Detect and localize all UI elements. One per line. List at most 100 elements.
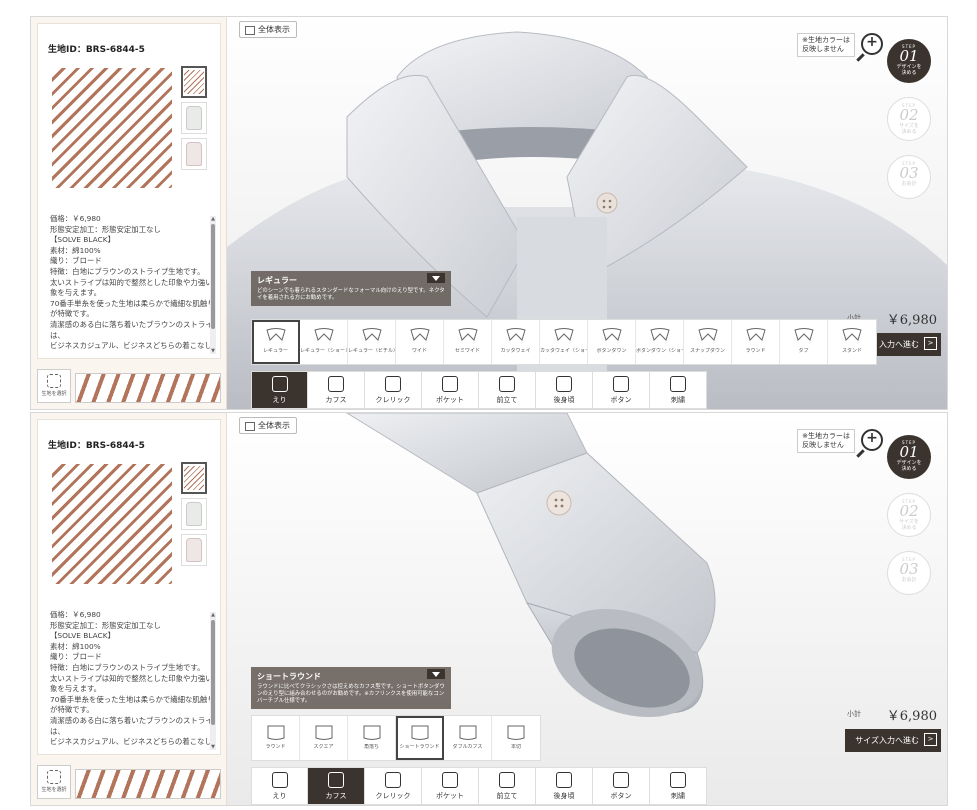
scroll-thumb[interactable] bbox=[211, 224, 215, 329]
design-tab[interactable]: クレリック bbox=[365, 767, 422, 805]
view-all-button[interactable]: 全体表示 bbox=[239, 21, 297, 38]
zoom-icon[interactable] bbox=[861, 429, 883, 451]
collar-option[interactable]: レギュラー（ショート） bbox=[300, 320, 348, 364]
cuff-shape-icon bbox=[267, 725, 284, 740]
design-tab[interactable]: カフス bbox=[308, 371, 365, 409]
collar-option[interactable]: スナップダウン bbox=[684, 320, 732, 364]
step-2-size[interactable]: STEP 02 サイズを 決める bbox=[887, 493, 931, 537]
collar-option[interactable]: カッタウェイ bbox=[492, 320, 540, 364]
step-indicator: STEP 01 デザインを 決める STEP 02 サイズを 決める STEP … bbox=[887, 435, 933, 609]
desc-line: ビジネスカジュアル、ビジネスどちらの着こなしに bbox=[50, 737, 212, 747]
cuff-shape-icon bbox=[507, 725, 525, 740]
collar-option[interactable]: セミワイド bbox=[444, 320, 492, 364]
cuff-option[interactable]: 本切 bbox=[492, 716, 540, 760]
step-3-checkout[interactable]: STEP 03 お会計 bbox=[887, 551, 931, 595]
description-scrollbar[interactable]: ▲ ▼ bbox=[210, 612, 216, 750]
collar-option[interactable]: タブ bbox=[780, 320, 828, 364]
tab-icon bbox=[499, 376, 515, 392]
scroll-up-icon[interactable]: ▲ bbox=[210, 612, 216, 618]
design-tab[interactable]: 刺繍 bbox=[650, 371, 707, 409]
tab-label: 刺繍 bbox=[671, 396, 685, 404]
step-number: 02 bbox=[899, 106, 919, 124]
collar-option[interactable]: ラウンド bbox=[732, 320, 780, 364]
scroll-down-icon[interactable]: ▼ bbox=[210, 348, 216, 354]
tab-icon bbox=[385, 772, 401, 788]
cuff-option[interactable]: スクエア bbox=[300, 716, 348, 760]
tab-label: ポケット bbox=[436, 396, 464, 404]
option-info-box: レギュラー どのシーンでも着られるスタンダードなフォーマル向けのえり型です。ネク… bbox=[251, 271, 451, 306]
collar-option[interactable]: スタンド bbox=[828, 320, 876, 364]
collar-option[interactable]: ボタンダウン（ショート） bbox=[636, 320, 684, 364]
design-tab[interactable]: えり bbox=[251, 767, 308, 805]
thumb-shirt-front[interactable] bbox=[181, 498, 207, 530]
scroll-down-icon[interactable]: ▼ bbox=[210, 744, 216, 750]
fabric-brand: 【SOLVE BLACK】 bbox=[50, 631, 115, 641]
step-label: お会計 bbox=[901, 181, 917, 187]
cuff-shape-icon bbox=[315, 725, 332, 740]
desc-line: が特徴です。 bbox=[50, 705, 94, 715]
design-tab[interactable]: カフス bbox=[308, 767, 365, 805]
design-tab[interactable]: ポケット bbox=[422, 767, 479, 805]
select-fabric-button[interactable]: 生地を選択 bbox=[37, 369, 71, 403]
desc-line: 清潔感のある白に落ち着いたブラウンのストライプ bbox=[50, 319, 212, 329]
tab-label: クレリック bbox=[375, 396, 411, 404]
fabric-select-icon bbox=[47, 374, 61, 388]
cuff-option[interactable]: ダブルカフス bbox=[444, 716, 492, 760]
cuff-option-label: スクエア bbox=[313, 744, 334, 750]
thumb-shirt-front[interactable] bbox=[181, 102, 207, 134]
proceed-size-button[interactable]: 入力へ進む bbox=[869, 333, 941, 356]
design-tab[interactable]: 刺繍 bbox=[650, 767, 707, 805]
cuff-option-label: ショートラウンド bbox=[399, 744, 440, 750]
tab-label: えり bbox=[272, 396, 287, 404]
zoom-icon[interactable] bbox=[861, 33, 883, 55]
description-scrollbar[interactable]: ▲ ▼ bbox=[210, 216, 216, 354]
collar-option-label: レギュラー（ビチル） bbox=[348, 348, 395, 354]
design-tab[interactable]: ポケット bbox=[422, 371, 479, 409]
collar-option[interactable]: レギュラー bbox=[252, 320, 300, 364]
collar-option-label: タブ bbox=[798, 348, 809, 354]
scroll-thumb[interactable] bbox=[211, 620, 215, 725]
thumb-fabric[interactable] bbox=[181, 462, 207, 494]
scroll-up-icon[interactable]: ▲ bbox=[210, 216, 216, 222]
step-label: 決める bbox=[901, 525, 917, 531]
collar-option[interactable]: ワイド bbox=[396, 320, 444, 364]
tab-icon bbox=[556, 772, 572, 788]
tab-label: 前立て bbox=[496, 396, 518, 404]
collar-option-label: スナップダウン bbox=[689, 348, 725, 354]
thumb-shirt-detail[interactable] bbox=[181, 138, 207, 170]
desc-line: 清潔感のある白に落ち着いたブラウンのストライプ bbox=[50, 715, 212, 725]
collar-shape-icon bbox=[361, 328, 382, 341]
collar-option[interactable]: レギュラー（ビチル） bbox=[348, 320, 396, 364]
collar-option[interactable]: ボタンダウン bbox=[588, 320, 636, 364]
step-3-checkout[interactable]: STEP 03 お会計 bbox=[887, 155, 931, 199]
option-info-title: レギュラー bbox=[257, 276, 297, 285]
collar-option[interactable]: カッタウェイ（ショート） bbox=[540, 320, 588, 364]
design-tab[interactable]: 前立て bbox=[479, 767, 536, 805]
step-1-design[interactable]: STEP 01 デザインを 決める bbox=[887, 39, 931, 83]
fabric-thumbnails bbox=[181, 66, 209, 174]
proceed-size-button[interactable]: サイズ入力へ進む bbox=[845, 729, 941, 752]
design-tab[interactable]: 前立て bbox=[479, 371, 536, 409]
thumb-shirt-detail[interactable] bbox=[181, 534, 207, 566]
cuff-option[interactable]: 角落ち bbox=[348, 716, 396, 760]
design-tab[interactable]: 後身頃 bbox=[536, 767, 593, 805]
chevron-down-icon[interactable] bbox=[427, 669, 445, 679]
step-1-design[interactable]: STEP 01 デザインを 決める bbox=[887, 435, 931, 479]
cuff-option[interactable]: ショートラウンド bbox=[396, 716, 444, 760]
desc-line: 太いストライプは知的で整然とした印象や力強い印 bbox=[50, 673, 212, 683]
design-tab[interactable]: ボタン bbox=[593, 371, 650, 409]
thumb-fabric[interactable] bbox=[181, 66, 207, 98]
design-tab[interactable]: えり bbox=[251, 371, 308, 409]
design-tab[interactable]: クレリック bbox=[365, 371, 422, 409]
fabric-thumbnails bbox=[181, 462, 209, 570]
step-number: 03 bbox=[899, 560, 919, 578]
chevron-down-icon[interactable] bbox=[427, 273, 445, 283]
step-2-size[interactable]: STEP 02 サイズを 決める bbox=[887, 97, 931, 141]
select-fabric-button[interactable]: 生地を選択 bbox=[37, 765, 71, 799]
fabric-weave: 織り：ブロード bbox=[50, 256, 102, 266]
design-tab[interactable]: ボタン bbox=[593, 767, 650, 805]
view-all-button[interactable]: 全体表示 bbox=[239, 417, 297, 434]
design-tab[interactable]: 後身頃 bbox=[536, 371, 593, 409]
cuff-option[interactable]: ラウンド bbox=[252, 716, 300, 760]
tab-icon bbox=[499, 772, 515, 788]
